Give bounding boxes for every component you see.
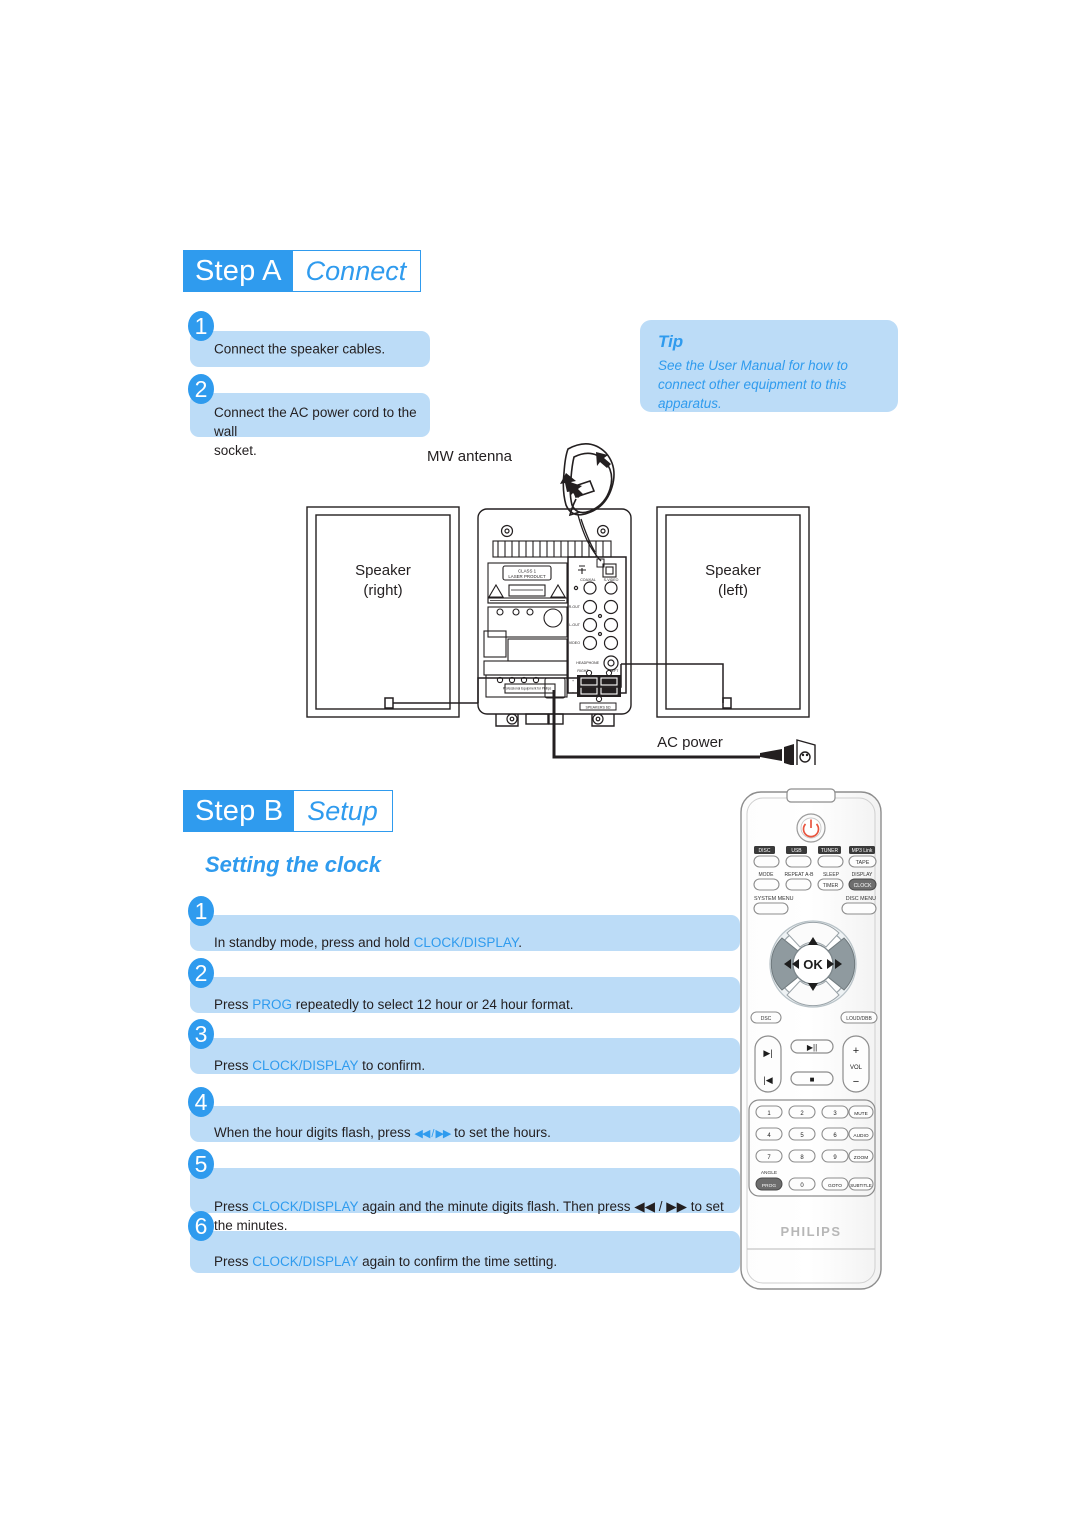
- connection-diagram: CLASS 1 LASER PRODUCT MW antenna Speaker…: [300, 435, 820, 765]
- ac-power-label: AC power: [657, 734, 723, 751]
- svg-text:TAPE: TAPE: [856, 860, 870, 866]
- step-a-item-1: Connect the speaker cables.: [190, 331, 430, 367]
- repeat-ab-label: REPEAT A-B: [785, 872, 815, 878]
- svg-text:PROG: PROG: [762, 1183, 776, 1189]
- step-b-item-4-text: When the hour digits flash, press ◀◀ / ▶…: [214, 1125, 551, 1140]
- vol-up-icon: +: [853, 1045, 859, 1057]
- speaker-right-label-1: Speaker: [355, 562, 411, 579]
- svg-text:ZOOM: ZOOM: [854, 1155, 868, 1161]
- laser-label-line2: LASER PRODUCT: [508, 574, 546, 579]
- mode-button: [753, 878, 780, 891]
- sleep-label: SLEEP: [823, 872, 840, 878]
- step-b-badge-5: 5: [188, 1149, 214, 1179]
- svg-text:TIMER: TIMER: [823, 883, 839, 889]
- svg-text:Professional Equipment for Phi: Professional Equipment for Philips: [503, 687, 552, 691]
- svg-text:+: +: [572, 679, 574, 683]
- tip-box: Tip See the User Manual for how to conne…: [640, 320, 898, 412]
- step-b-item-3: Press CLOCK/DISPLAY to confirm.: [190, 1038, 740, 1074]
- svg-text:LEFT: LEFT: [610, 669, 620, 673]
- prev-icon: |◀: [763, 1075, 772, 1085]
- step-b-badge-6: 6: [188, 1211, 214, 1241]
- ok-label: OK: [803, 957, 823, 972]
- usb-button: [785, 855, 812, 868]
- step-b-lead: Step B: [183, 790, 295, 832]
- svg-text:RIGHT: RIGHT: [577, 669, 589, 673]
- philips-logo: PHILIPS: [780, 1224, 841, 1239]
- svg-text:DISC: DISC: [759, 848, 771, 854]
- step-b-item-6-text: Press CLOCK/DISPLAY again to confirm the…: [214, 1254, 558, 1269]
- step-b-item-1: In standby mode, press and hold CLOCK/DI…: [190, 915, 740, 951]
- laser-label-line1: CLASS 1: [518, 569, 537, 574]
- speaker-left-label-2: (left): [718, 582, 748, 599]
- step-b-item-1-text: In standby mode, press and hold CLOCK/DI…: [214, 935, 522, 950]
- step-b-item-2-text: Press PROG repeatedly to select 12 hour …: [214, 997, 574, 1012]
- svg-text:AUDIO: AUDIO: [853, 1133, 868, 1139]
- system-menu-button: [753, 902, 789, 915]
- step-b-item-5: Press CLOCK/DISPLAY again and the minute…: [190, 1168, 740, 1233]
- play-pause-icon: ▶||: [807, 1043, 817, 1052]
- step-a-item-2: Connect the AC power cord to the wall so…: [190, 393, 430, 458]
- tip-body: See the User Manual for how to connect o…: [658, 358, 848, 411]
- svg-text:DSC: DSC: [761, 1016, 772, 1022]
- system-menu-label: SYSTEM MENU: [754, 896, 794, 902]
- repeat-ab-button: [785, 878, 812, 891]
- speaker-left-label-1: Speaker: [705, 562, 761, 579]
- svg-text:COAXIAL: COAXIAL: [580, 578, 596, 582]
- svg-text:MUTE: MUTE: [854, 1111, 868, 1117]
- svg-text:GOTO: GOTO: [828, 1183, 842, 1189]
- step-b-badge-1: 1: [188, 896, 214, 926]
- vol-down-icon: −: [853, 1076, 859, 1088]
- step-a-tail: Connect: [292, 250, 422, 292]
- disc-button: [753, 855, 780, 868]
- svg-text:SUBTITLE: SUBTITLE: [850, 1183, 872, 1188]
- svg-text:SPEAKERS 6Ω: SPEAKERS 6Ω: [585, 706, 610, 710]
- disc-menu-label: DISC MENU: [846, 896, 876, 902]
- disc-menu-button: [841, 902, 877, 915]
- svg-text:L-OUT: L-OUT: [569, 623, 581, 627]
- svg-text:USB: USB: [791, 848, 802, 854]
- tip-title: Tip: [658, 332, 684, 351]
- stop-icon: ■: [810, 1075, 815, 1084]
- step-b-item-4: When the hour digits flash, press ◀◀ / ▶…: [190, 1106, 740, 1142]
- mw-antenna-label: MW antenna: [427, 448, 513, 465]
- step-b-tail: Setup: [294, 790, 393, 832]
- svg-text:CLOCK: CLOCK: [854, 883, 872, 889]
- tuner-button: [817, 855, 844, 868]
- speaker-right-label-2: (right): [363, 582, 402, 599]
- vol-label: VOL: [850, 1065, 863, 1071]
- step-b-item-2: Press PROG repeatedly to select 12 hour …: [190, 977, 740, 1013]
- step-a-badge-2: 2: [188, 374, 214, 404]
- step-a-badge-1: 1: [188, 311, 214, 341]
- step-b-badge-3: 3: [188, 1019, 214, 1049]
- display-label: DISPLAY: [852, 872, 873, 878]
- mode-label: MODE: [759, 872, 775, 878]
- svg-text:S-VIDEO: S-VIDEO: [604, 578, 619, 582]
- step-b-item-6: Press CLOCK/DISPLAY again to confirm the…: [190, 1231, 740, 1273]
- svg-text:TUNER: TUNER: [821, 848, 839, 854]
- step-b-item-5-text: Press CLOCK/DISPLAY again and the minute…: [214, 1199, 724, 1233]
- setting-the-clock-heading: Setting the clock: [205, 852, 382, 877]
- remote-control: DISC USB TUNER MP3 Link TAPE MODE REPEAT…: [735, 788, 895, 1293]
- ir-window: [786, 788, 836, 803]
- svg-text:VIDEO: VIDEO: [569, 641, 580, 645]
- step-b-badge-4: 4: [188, 1087, 214, 1117]
- svg-text:LOUD/DBB: LOUD/DBB: [846, 1016, 872, 1022]
- svg-text:HEADPHONE: HEADPHONE: [576, 661, 599, 665]
- step-a-item-1-text: Connect the speaker cables.: [214, 341, 386, 357]
- step-a-banner: Step A Connect: [183, 250, 422, 292]
- next-icon: ▶|: [763, 1048, 772, 1058]
- angle-label: ANGLE: [761, 1170, 777, 1176]
- svg-text:MP3 Link: MP3 Link: [852, 848, 873, 854]
- step-b-banner: Step B Setup: [183, 790, 393, 832]
- step-a-lead: Step A: [183, 250, 293, 292]
- step-b-badge-2: 2: [188, 958, 214, 988]
- step-b-item-3-text: Press CLOCK/DISPLAY to confirm.: [214, 1058, 426, 1073]
- svg-text:R-OUT: R-OUT: [569, 605, 581, 609]
